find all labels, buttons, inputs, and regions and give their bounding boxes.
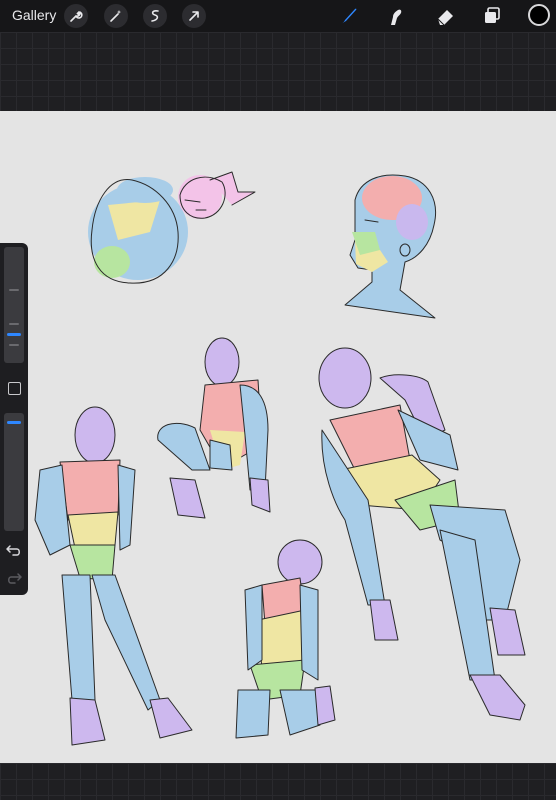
workspace-background-bottom xyxy=(0,763,556,800)
slider-tick xyxy=(9,344,19,346)
brush-size-handle[interactable] xyxy=(7,333,21,336)
curled-figure-sketch xyxy=(88,171,256,284)
modify-button[interactable] xyxy=(8,382,21,395)
brush-icon xyxy=(341,8,357,24)
brush-size-slider[interactable] xyxy=(4,247,24,363)
top-toolbar: Gallery xyxy=(0,0,556,32)
crouching-figure-sketch xyxy=(157,337,271,519)
magic-wand-icon xyxy=(110,10,122,22)
standing-figure-sketch xyxy=(34,406,193,746)
drawing-canvas[interactable] xyxy=(0,111,556,763)
slider-tick xyxy=(9,289,19,291)
leaning-figure-sketch xyxy=(318,347,526,721)
gallery-button[interactable]: Gallery xyxy=(12,7,56,23)
eraser-tool[interactable] xyxy=(432,3,458,29)
figure-sketches-artwork xyxy=(34,171,526,746)
opacity-handle[interactable] xyxy=(7,421,21,424)
workspace-background-top xyxy=(0,32,556,111)
smudge-icon xyxy=(391,9,402,25)
adjustments-button[interactable] xyxy=(104,4,128,28)
bald-head-sketch xyxy=(344,174,436,319)
actions-button[interactable] xyxy=(64,4,88,28)
smudge-tool[interactable] xyxy=(383,3,409,29)
layers-icon xyxy=(485,7,500,23)
transform-button[interactable] xyxy=(182,4,206,28)
selection-icon xyxy=(151,10,159,22)
kneeling-figure-sketch xyxy=(235,539,336,739)
layers-button[interactable] xyxy=(479,3,505,29)
selection-button[interactable] xyxy=(143,4,167,28)
opacity-slider[interactable] xyxy=(4,413,24,531)
eraser-icon xyxy=(437,10,453,26)
slider-tick xyxy=(9,323,19,325)
wrench-icon xyxy=(70,11,83,22)
brush-sidebar xyxy=(0,243,28,595)
color-picker-button[interactable] xyxy=(528,4,550,26)
redo-icon[interactable] xyxy=(5,571,23,585)
brush-tool[interactable] xyxy=(336,3,362,29)
transform-arrow-icon xyxy=(189,11,199,21)
undo-icon[interactable] xyxy=(5,543,23,557)
